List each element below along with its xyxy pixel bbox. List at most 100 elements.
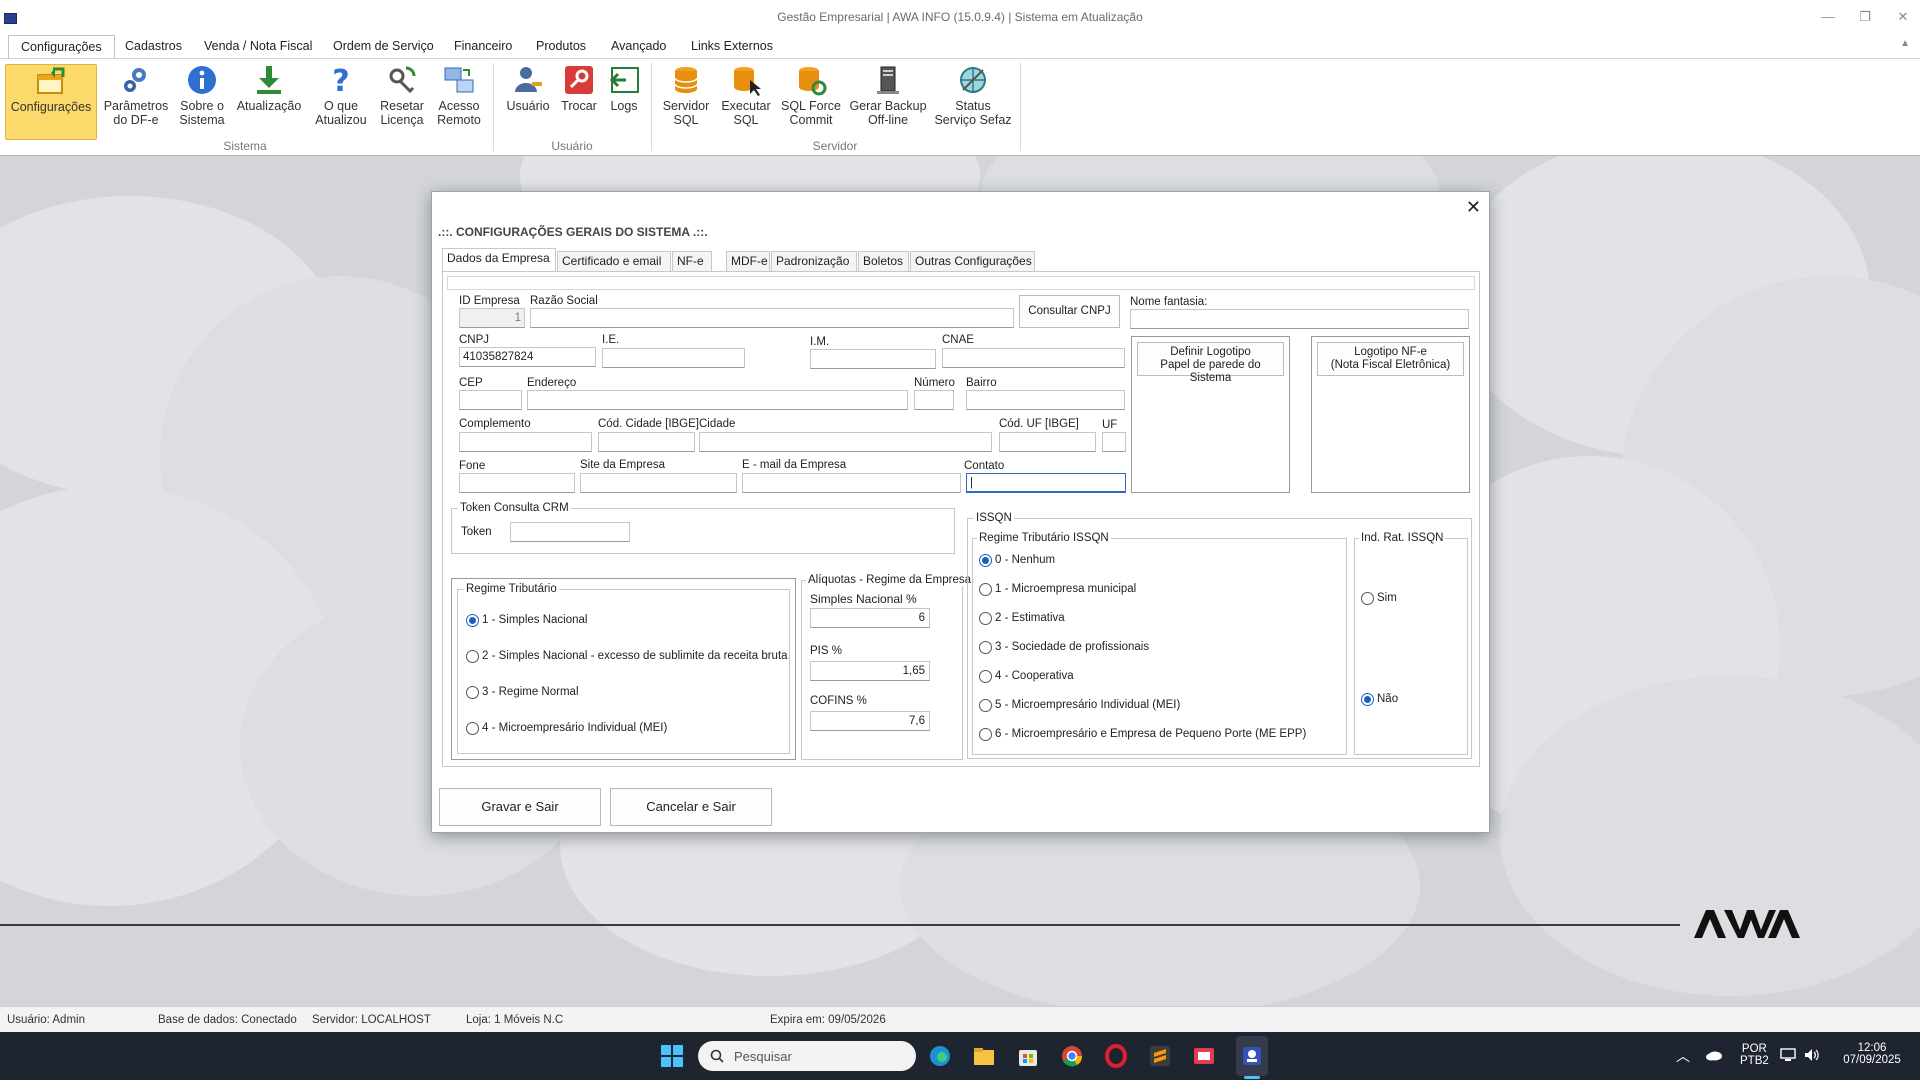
- resetar-licenca-button[interactable]: Resetar Licença: [375, 64, 429, 127]
- tab-outras-configuracoes[interactable]: Outras Configurações: [910, 251, 1035, 271]
- cod-cidade-field[interactable]: [598, 432, 695, 452]
- radio-label: 1 - Microempresa municipal: [995, 583, 1137, 595]
- im-field[interactable]: [810, 349, 936, 369]
- logotipo-nfe-button[interactable]: Logotipo NF-e (Nota Fiscal Eletrônica): [1317, 342, 1464, 376]
- gravar-e-sair-button[interactable]: Gravar e Sair: [439, 788, 601, 826]
- servidor-sql-button[interactable]: Servidor SQL: [660, 64, 712, 127]
- numero-field[interactable]: [914, 390, 954, 410]
- network-icon[interactable]: [1780, 1048, 1796, 1062]
- configuracoes-button[interactable]: Configurações: [5, 64, 97, 140]
- site-field[interactable]: [580, 473, 737, 493]
- restore-button[interactable]: ❐: [1855, 8, 1875, 26]
- pis-field[interactable]: 1,65: [810, 661, 930, 681]
- tab-ordem-de-servico[interactable]: Ordem de Serviço: [321, 35, 446, 59]
- windows-start-icon[interactable]: [660, 1044, 684, 1068]
- tab-padronizacao[interactable]: Padronização: [771, 251, 857, 271]
- opera-icon[interactable]: [1104, 1044, 1128, 1068]
- status-sefaz-button[interactable]: Status Serviço Sefaz: [933, 64, 1013, 127]
- nome-fantasia-field[interactable]: [1130, 309, 1469, 329]
- minimize-button[interactable]: —: [1818, 8, 1838, 26]
- trocar-button[interactable]: Trocar: [558, 64, 600, 113]
- simples-nacional-field[interactable]: 6: [810, 608, 930, 628]
- atualizacao-button[interactable]: Atualização: [234, 64, 304, 113]
- issqn-option-0[interactable]: 0 - Nenhum: [979, 553, 1055, 567]
- tab-financeiro[interactable]: Financeiro: [442, 35, 524, 59]
- aliquotas-title: Alíquotas - Regime da Empresa: [806, 574, 973, 586]
- sublime-text-icon[interactable]: [1148, 1044, 1172, 1068]
- endereco-field[interactable]: [527, 390, 908, 410]
- id-empresa-field[interactable]: 1: [459, 308, 525, 328]
- taskbar-search[interactable]: Pesquisar: [698, 1041, 916, 1071]
- sobre-sistema-button[interactable]: Sobre o Sistema: [175, 64, 229, 127]
- sql-force-commit-button[interactable]: SQL Force Commit: [779, 64, 843, 127]
- issqn-option-4[interactable]: 4 - Cooperativa: [979, 669, 1074, 683]
- email-field[interactable]: [742, 473, 961, 493]
- usuario-button[interactable]: Usuário: [503, 64, 553, 113]
- language-indicator[interactable]: POR PTB2: [1740, 1043, 1769, 1067]
- collapse-ribbon-icon[interactable]: ▲: [1900, 38, 1910, 49]
- ribbon: Configurações Parâmetros do DF-e Sobre o…: [0, 58, 1920, 156]
- issqn-option-1[interactable]: 1 - Microempresa municipal: [979, 582, 1136, 596]
- tab-venda-nota-fiscal[interactable]: Venda / Nota Fiscal: [192, 35, 324, 59]
- regime-option-4[interactable]: 4 - Microempresário Individual (MEI): [466, 721, 667, 735]
- fone-field[interactable]: [459, 473, 575, 493]
- tab-cadastros[interactable]: Cadastros: [113, 35, 194, 59]
- dialog-close-button[interactable]: ✕: [1466, 197, 1481, 218]
- regime-option-3[interactable]: 3 - Regime Normal: [466, 685, 579, 699]
- regime-option-2[interactable]: 2 - Simples Nacional - excesso de sublim…: [466, 649, 788, 663]
- fone-label: Fone: [459, 460, 486, 472]
- token-field[interactable]: [510, 522, 630, 542]
- ind-rat-nao-option[interactable]: Não: [1361, 692, 1398, 706]
- cancelar-e-sair-button[interactable]: Cancelar e Sair: [610, 788, 772, 826]
- complemento-field[interactable]: [459, 432, 592, 452]
- tab-dados-empresa[interactable]: Dados da Empresa: [442, 248, 556, 271]
- bairro-field[interactable]: [966, 390, 1125, 410]
- parametros-dfe-button[interactable]: Parâmetros do DF-e: [103, 64, 169, 127]
- cidade-label: Cidade: [699, 418, 736, 430]
- issqn-option-6[interactable]: 6 - Microempresário e Empresa de Pequeno…: [979, 727, 1306, 741]
- window-close-button[interactable]: ✕: [1893, 8, 1913, 26]
- cep-field[interactable]: [459, 390, 522, 410]
- ie-field[interactable]: [602, 348, 745, 368]
- razao-social-field[interactable]: [530, 308, 1014, 328]
- radio-label: 0 - Nenhum: [995, 554, 1056, 566]
- tab-certificado-email[interactable]: Certificado e email: [557, 251, 671, 271]
- uf-field[interactable]: [1102, 432, 1126, 452]
- cidade-field[interactable]: [699, 432, 992, 452]
- tab-configuracoes[interactable]: Configurações: [8, 35, 115, 59]
- o-que-atualizou-button[interactable]: ? O que Atualizou: [312, 64, 370, 127]
- tab-produtos[interactable]: Produtos: [524, 35, 598, 59]
- aliquotas-group: Alíquotas - Regime da Empresa Simples Na…: [801, 574, 973, 760]
- volume-icon[interactable]: [1804, 1048, 1820, 1062]
- acesso-remoto-button[interactable]: Acesso Remoto: [434, 64, 484, 127]
- cnpj-field[interactable]: 41035827824: [459, 347, 596, 367]
- tab-avancado[interactable]: Avançado: [599, 35, 678, 59]
- tray-overflow-icon[interactable]: ︿: [1676, 1046, 1690, 1066]
- tab-nfe[interactable]: NF-e: [672, 251, 712, 271]
- awa-app-icon[interactable]: [1240, 1044, 1264, 1068]
- cod-uf-field[interactable]: [999, 432, 1096, 452]
- chrome-icon[interactable]: [1060, 1044, 1084, 1068]
- issqn-option-5[interactable]: 5 - Microempresário Individual (MEI): [979, 698, 1180, 712]
- logs-button[interactable]: Logs: [604, 64, 644, 113]
- tab-mdfe[interactable]: MDF-e: [726, 251, 770, 271]
- contato-field[interactable]: |: [966, 473, 1126, 493]
- store-icon[interactable]: [1016, 1044, 1040, 1068]
- app-red-icon[interactable]: [1192, 1044, 1216, 1068]
- issqn-option-3[interactable]: 3 - Sociedade de profissionais: [979, 640, 1149, 654]
- clock[interactable]: 12:06 07/09/2025: [1836, 1042, 1908, 1066]
- definir-logotipo-button[interactable]: Definir Logotipo Papel de parede do Sist…: [1137, 342, 1284, 384]
- edge-icon[interactable]: [928, 1044, 952, 1068]
- issqn-option-2[interactable]: 2 - Estimativa: [979, 611, 1065, 625]
- onedrive-icon[interactable]: [1705, 1049, 1723, 1061]
- cnae-field[interactable]: [942, 348, 1125, 368]
- consultar-cnpj-button[interactable]: Consultar CNPJ: [1019, 295, 1120, 328]
- cofins-field[interactable]: 7,6: [810, 711, 930, 731]
- tab-links-externos[interactable]: Links Externos: [679, 35, 785, 59]
- file-explorer-icon[interactable]: [972, 1044, 996, 1068]
- regime-option-1[interactable]: 1 - Simples Nacional: [466, 613, 587, 627]
- tab-boletos[interactable]: Boletos: [858, 251, 909, 271]
- executar-sql-button[interactable]: Executar SQL: [719, 64, 773, 127]
- ind-rat-sim-option[interactable]: Sim: [1361, 591, 1397, 605]
- gerar-backup-button[interactable]: Gerar Backup Off-line: [849, 64, 927, 127]
